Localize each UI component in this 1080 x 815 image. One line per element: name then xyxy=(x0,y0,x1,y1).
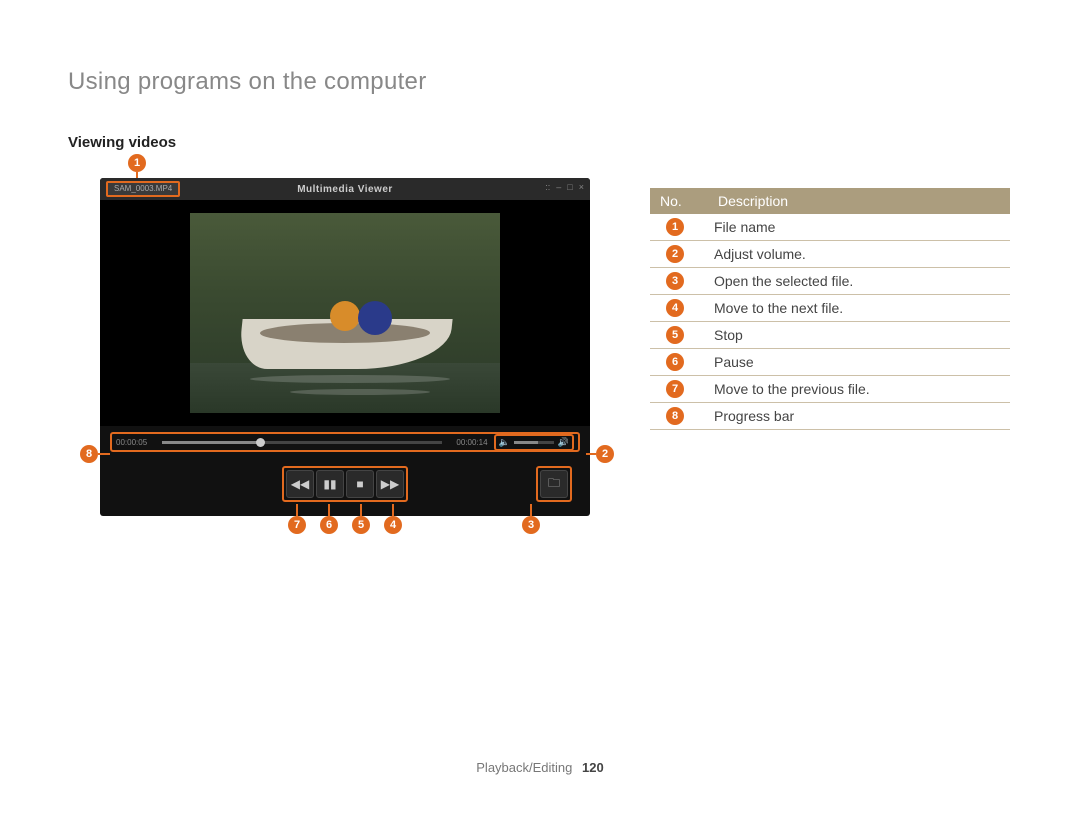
header-description: Description xyxy=(712,193,1010,209)
minimize-icon[interactable]: – xyxy=(556,182,561,192)
callout-line xyxy=(328,504,330,516)
pause-button[interactable]: ▮▮ xyxy=(316,470,344,498)
playback-controls-group: ◀◀ ▮▮ ■ ▶▶ xyxy=(282,466,408,502)
table-row: 6 Pause xyxy=(650,349,1010,376)
callout-line xyxy=(392,504,394,516)
callout-8: 8 xyxy=(80,445,98,463)
video-area xyxy=(100,200,590,426)
stop-icon: ■ xyxy=(356,477,363,491)
callout-5: 5 xyxy=(352,516,370,534)
row-badge: 5 xyxy=(666,326,684,344)
header-no: No. xyxy=(650,193,712,209)
time-elapsed: 00:00:05 xyxy=(116,438,156,447)
volume-track[interactable] xyxy=(514,441,554,444)
file-name-chip[interactable]: SAM_0003.MP4 xyxy=(106,181,180,197)
table-row: 2 Adjust volume. xyxy=(650,241,1010,268)
page-title: Using programs on the computer xyxy=(68,68,427,96)
open-file-group: 🗀 xyxy=(536,466,572,502)
time-total: 00:00:14 xyxy=(448,438,488,447)
table-header: No. Description xyxy=(650,188,1010,214)
callout-6: 6 xyxy=(320,516,338,534)
volume-control[interactable]: 🔈 🔊 xyxy=(494,434,574,451)
progress-knob[interactable] xyxy=(256,438,265,447)
callout-line xyxy=(360,504,362,516)
next-icon: ▶▶ xyxy=(381,477,399,491)
page-number: 120 xyxy=(582,760,604,775)
row-text: Move to the next file. xyxy=(684,300,1010,316)
row-text: Stop xyxy=(684,327,1010,343)
stop-button[interactable]: ■ xyxy=(346,470,374,498)
row-badge: 1 xyxy=(666,218,684,236)
callout-4: 4 xyxy=(384,516,402,534)
row-badge: 4 xyxy=(666,299,684,317)
section-title: Viewing videos xyxy=(68,134,176,151)
pause-icon: ▮▮ xyxy=(323,477,336,491)
row-text: Open the selected file. xyxy=(684,273,1010,289)
video-frame xyxy=(190,213,500,413)
table-row: 1 File name xyxy=(650,214,1010,241)
row-text: File name xyxy=(684,219,1010,235)
table-row: 5 Stop xyxy=(650,322,1010,349)
open-file-button[interactable]: 🗀 xyxy=(540,470,568,498)
previous-icon: ◀◀ xyxy=(291,477,309,491)
callout-3: 3 xyxy=(522,516,540,534)
folder-icon: 🗀 xyxy=(548,474,560,495)
description-table: No. Description 1 File name 2 Adjust vol… xyxy=(650,188,1010,430)
callout-line xyxy=(296,504,298,516)
row-badge: 8 xyxy=(666,407,684,425)
callout-line xyxy=(530,504,532,516)
callout-line xyxy=(586,453,596,455)
table-row: 3 Open the selected file. xyxy=(650,268,1010,295)
row-badge: 7 xyxy=(666,380,684,398)
multimedia-viewer-window: SAM_0003.MP4 Multimedia Viewer :: – □ × … xyxy=(100,178,590,516)
callout-7: 7 xyxy=(288,516,306,534)
row-badge: 6 xyxy=(666,353,684,371)
row-badge: 3 xyxy=(666,272,684,290)
table-row: 8 Progress bar xyxy=(650,403,1010,430)
row-text: Pause xyxy=(684,354,1010,370)
page-footer: Playback/Editing 120 xyxy=(0,760,1080,775)
maximize-icon[interactable]: □ xyxy=(567,182,572,192)
window-controls: :: – □ × xyxy=(545,182,584,192)
row-badge: 2 xyxy=(666,245,684,263)
next-button[interactable]: ▶▶ xyxy=(376,470,404,498)
callout-line xyxy=(98,453,110,455)
volume-down-icon[interactable]: 🔈 xyxy=(499,437,510,448)
footer-section: Playback/Editing xyxy=(476,760,572,775)
viewer-titlebar: SAM_0003.MP4 Multimedia Viewer :: – □ × xyxy=(100,178,590,200)
previous-button[interactable]: ◀◀ xyxy=(286,470,314,498)
window-mode-icon[interactable]: :: xyxy=(545,182,550,192)
row-text: Progress bar xyxy=(684,408,1010,424)
controls-row: ◀◀ ▮▮ ■ ▶▶ 🗀 xyxy=(100,462,590,506)
close-icon[interactable]: × xyxy=(579,182,584,192)
callout-1: 1 xyxy=(128,154,146,172)
row-text: Move to the previous file. xyxy=(684,381,1010,397)
viewer-title: Multimedia Viewer xyxy=(297,184,393,195)
callout-2: 2 xyxy=(596,445,614,463)
table-row: 4 Move to the next file. xyxy=(650,295,1010,322)
progress-track[interactable] xyxy=(162,441,442,444)
progress-bar[interactable]: 00:00:05 00:00:14 🔈 🔊 xyxy=(110,432,580,452)
volume-up-icon[interactable]: 🔊 xyxy=(558,437,569,448)
row-text: Adjust volume. xyxy=(684,246,1010,262)
table-row: 7 Move to the previous file. xyxy=(650,376,1010,403)
